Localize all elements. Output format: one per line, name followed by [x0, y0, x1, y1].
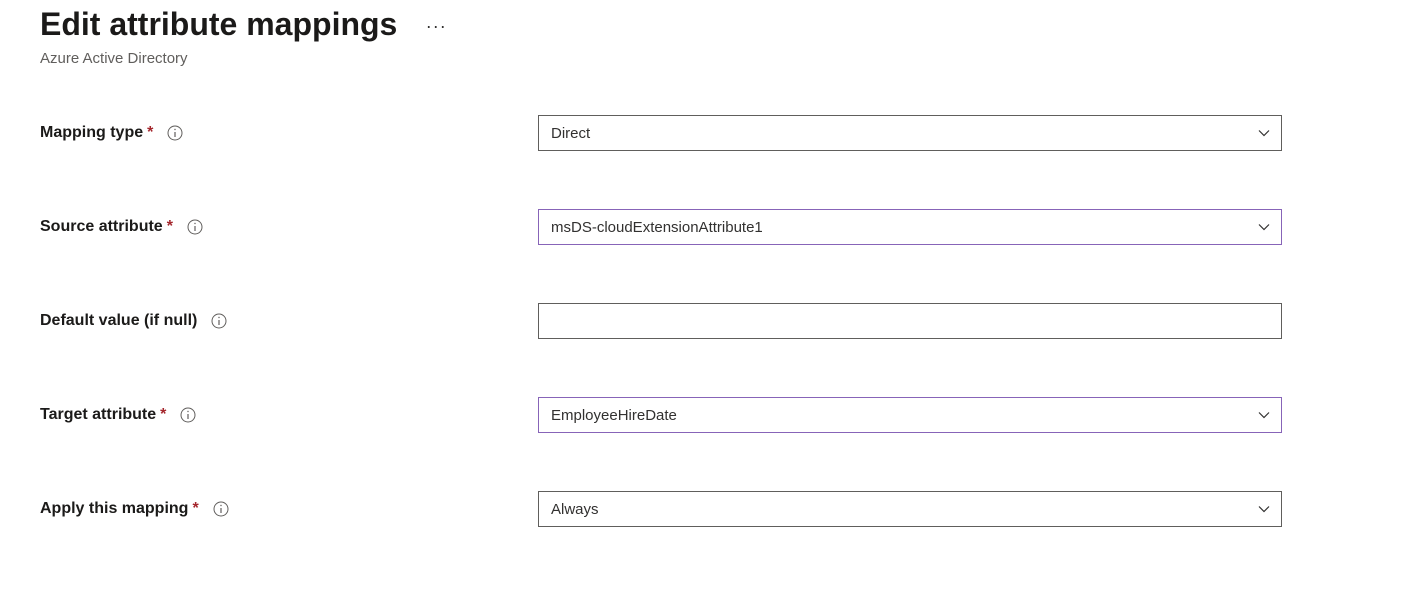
target-attribute-select[interactable]: EmployeeHireDate: [538, 397, 1282, 433]
page-subtitle: Azure Active Directory: [40, 50, 1364, 67]
row-target-attribute: Target attribute * EmployeeHireDate: [40, 397, 1364, 433]
input-col: Direct: [538, 115, 1282, 151]
input-col: Always: [538, 491, 1282, 527]
label-col: Default value (if null): [40, 312, 538, 330]
source-attribute-value: msDS-cloudExtensionAttribute1: [551, 219, 763, 236]
apply-mapping-value: Always: [551, 501, 599, 518]
row-source-attribute: Source attribute * msDS-cloudExtensionAt…: [40, 209, 1364, 245]
chevron-down-icon: [1257, 502, 1271, 516]
source-attribute-label: Source attribute: [40, 218, 163, 236]
apply-mapping-select[interactable]: Always: [538, 491, 1282, 527]
required-indicator: *: [160, 406, 166, 424]
row-default-value: Default value (if null): [40, 303, 1364, 339]
default-value-input[interactable]: [538, 303, 1282, 339]
target-attribute-value: EmployeeHireDate: [551, 407, 677, 424]
row-apply-mapping: Apply this mapping * Always: [40, 491, 1364, 527]
page-header: Edit attribute mappings ··· Azure Active…: [40, 6, 1364, 67]
info-icon[interactable]: [187, 219, 203, 235]
row-mapping-type: Mapping type * Direct: [40, 115, 1364, 151]
default-value-label: Default value (if null): [40, 312, 197, 330]
more-actions-button[interactable]: ···: [426, 6, 447, 46]
required-indicator: *: [192, 500, 198, 518]
apply-mapping-label: Apply this mapping: [40, 500, 188, 518]
label-col: Mapping type *: [40, 124, 538, 142]
mapping-type-value: Direct: [551, 125, 590, 142]
page-title: Edit attribute mappings: [40, 6, 397, 43]
info-icon[interactable]: [167, 125, 183, 141]
info-icon[interactable]: [211, 313, 227, 329]
info-icon[interactable]: [213, 501, 229, 517]
chevron-down-icon: [1257, 126, 1271, 140]
input-col: msDS-cloudExtensionAttribute1: [538, 209, 1282, 245]
label-col: Target attribute *: [40, 406, 538, 424]
info-icon[interactable]: [180, 407, 196, 423]
source-attribute-select[interactable]: msDS-cloudExtensionAttribute1: [538, 209, 1282, 245]
input-col: EmployeeHireDate: [538, 397, 1282, 433]
input-col: [538, 303, 1282, 339]
required-indicator: *: [147, 124, 153, 142]
required-indicator: *: [167, 218, 173, 236]
label-col: Source attribute *: [40, 218, 538, 236]
mapping-type-select[interactable]: Direct: [538, 115, 1282, 151]
target-attribute-label: Target attribute: [40, 406, 156, 424]
mapping-type-label: Mapping type: [40, 124, 143, 142]
chevron-down-icon: [1257, 220, 1271, 234]
chevron-down-icon: [1257, 408, 1271, 422]
label-col: Apply this mapping *: [40, 500, 538, 518]
